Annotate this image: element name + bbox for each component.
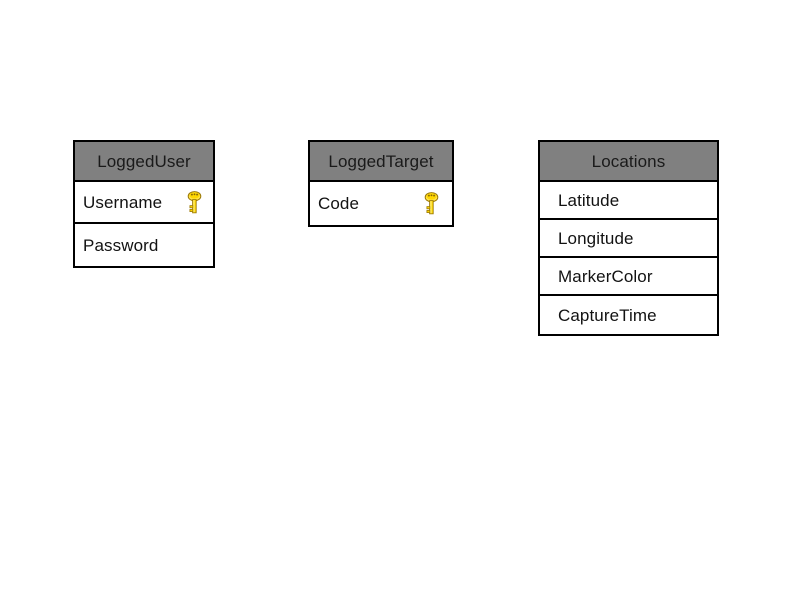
attribute-row[interactable]: Username bbox=[75, 182, 213, 224]
attribute-row[interactable]: Longitude bbox=[540, 220, 717, 258]
attribute-label: CaptureTime bbox=[558, 305, 657, 325]
entity-locations-title: Locations bbox=[538, 140, 719, 182]
attribute-row[interactable]: MarkerColor bbox=[540, 258, 717, 296]
diagram-canvas: LoggedUser Username Password LoggedTarge… bbox=[0, 0, 800, 600]
entity-locations[interactable]: Locations Latitude Longitude MarkerColor… bbox=[538, 140, 719, 336]
attribute-label: Code bbox=[318, 194, 360, 213]
entity-loggeduser-attributes: Username Password bbox=[73, 182, 215, 268]
entity-loggeduser[interactable]: LoggedUser Username Password bbox=[73, 140, 215, 268]
attribute-row[interactable]: Latitude bbox=[540, 182, 717, 220]
entity-loggedtarget-title: LoggedTarget bbox=[308, 140, 454, 182]
attribute-row[interactable]: Code bbox=[310, 182, 452, 225]
attribute-label: Password bbox=[83, 235, 159, 255]
entity-loggeduser-title: LoggedUser bbox=[73, 140, 215, 182]
attribute-label: MarkerColor bbox=[558, 266, 653, 286]
attribute-label: Latitude bbox=[558, 190, 620, 210]
attribute-label: Longitude bbox=[558, 228, 634, 248]
key-icon bbox=[186, 191, 203, 214]
key-icon bbox=[423, 192, 440, 215]
entity-locations-attributes: Latitude Longitude MarkerColor CaptureTi… bbox=[538, 182, 719, 336]
attribute-label: Username bbox=[83, 192, 163, 212]
entity-loggedtarget-attributes: Code bbox=[308, 182, 454, 227]
attribute-row[interactable]: Password bbox=[75, 224, 213, 266]
entity-loggedtarget[interactable]: LoggedTarget Code bbox=[308, 140, 454, 227]
attribute-row[interactable]: CaptureTime bbox=[540, 296, 717, 334]
